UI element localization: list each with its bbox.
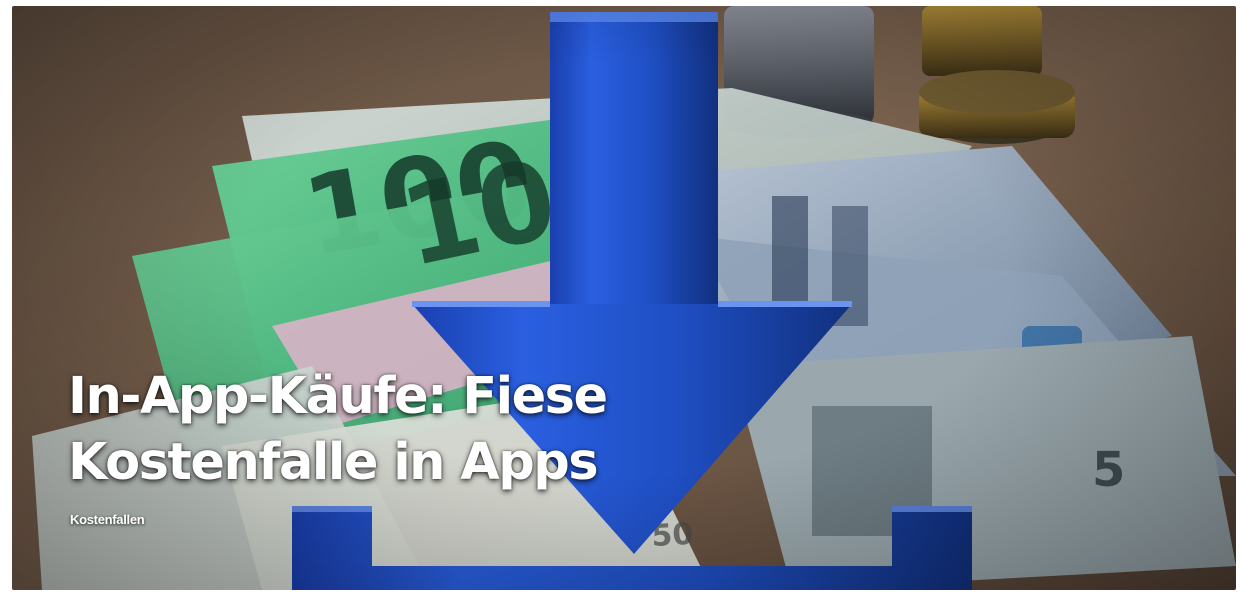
article-title[interactable]: In-App-Käufe: Fiese Kostenfalle in Apps <box>68 364 708 496</box>
category-link[interactable]: Kostenfallen <box>70 512 145 527</box>
hero-image: 100 100 5 50 <box>12 6 1236 590</box>
svg-text:5: 5 <box>1092 442 1125 498</box>
euro-banknotes-photo: 100 100 5 50 <box>12 6 1236 590</box>
article-hero-card[interactable]: 100 100 5 50 In-App-Käufe: Fiese Kostenf… <box>12 6 1236 590</box>
banknote-5: 5 <box>732 336 1236 590</box>
